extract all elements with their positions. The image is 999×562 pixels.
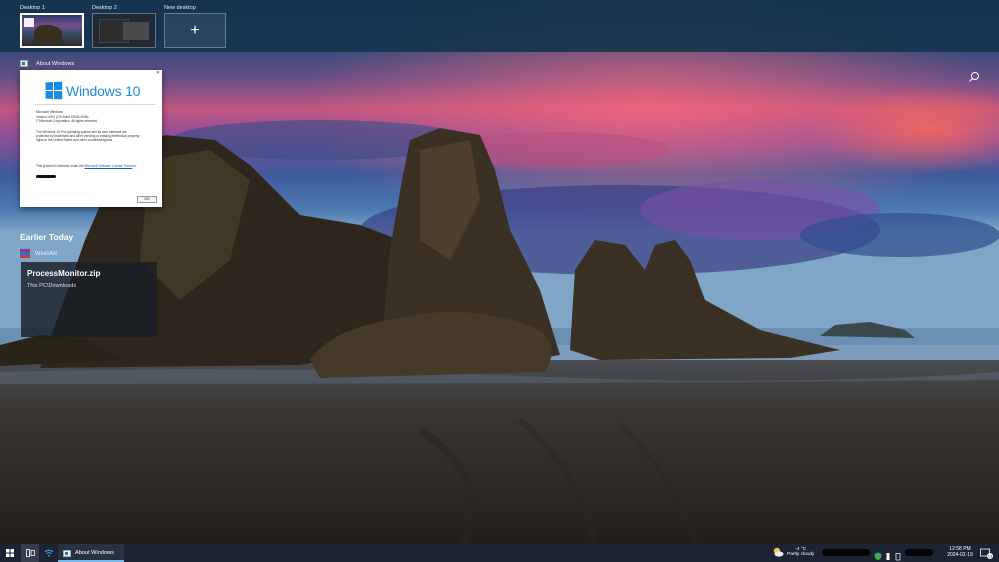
close-icon[interactable]: ✕ — [156, 70, 160, 76]
wifi-icon — [44, 549, 54, 557]
legal-paragraph: The Windows 10 Pro operating system and … — [36, 130, 140, 143]
license-suffix: to: — [132, 164, 137, 168]
partly-cloudy-icon — [773, 547, 784, 557]
ok-button[interactable]: OK — [137, 196, 157, 203]
battery-tray-icon[interactable] — [894, 548, 902, 561]
redacted-tray-area — [905, 549, 933, 556]
virtual-desktops-bar: Desktop 1 Desktop 2 New desktop + — [0, 0, 999, 52]
plus-icon: + — [190, 21, 200, 39]
windows-logo-icon — [45, 81, 63, 100]
taskbar-app-about-windows[interactable]: About Windows — [58, 544, 124, 562]
licensed-user — [36, 174, 140, 178]
security-tray-icon[interactable] — [874, 548, 882, 561]
license-prefix: This product is licensed under the — [36, 164, 85, 168]
activity-app-header: WinRAR — [20, 249, 57, 259]
activity-path: This PC\Downloads — [27, 283, 77, 289]
new-desktop-label: New desktop — [164, 5, 196, 11]
desktop-1[interactable]: Desktop 1 — [20, 4, 84, 48]
desktop-1-thumbnail[interactable] — [20, 13, 84, 48]
taskbar-app-label: About Windows — [75, 550, 114, 556]
task-view-button[interactable] — [21, 544, 39, 562]
logo-text: Windows 10 — [66, 82, 141, 99]
new-desktop-button[interactable]: + — [164, 13, 226, 48]
network-button[interactable] — [41, 544, 57, 562]
thumbnail-window — [24, 18, 34, 27]
thumbnail-wallpaper — [34, 25, 62, 43]
search-icon — [969, 72, 979, 82]
about-windows-app-icon — [63, 549, 71, 557]
usb-tray-icon[interactable] — [884, 548, 892, 560]
weather-text: -4 °C Partly cloudy — [787, 547, 814, 558]
window-header[interactable]: About Windows — [20, 59, 74, 68]
windows-start-icon — [6, 549, 14, 557]
activity-app-label: WinRAR — [35, 251, 58, 257]
window-title: About Windows — [36, 60, 75, 67]
thumbnail-window — [123, 22, 149, 40]
license-text: This product is licensed under the Micro… — [36, 164, 140, 168]
windows-10-logo: Windows 10 — [45, 81, 141, 100]
about-windows-window[interactable]: ✕ Windows 10 Microsoft Windows Version 2… — [20, 70, 162, 207]
copyright-line: © Microsoft Corporation. All rights rese… — [36, 119, 98, 123]
redacted-username — [36, 174, 56, 178]
winrar-icon — [20, 249, 30, 259]
divider — [34, 104, 156, 105]
search-button[interactable] — [968, 70, 980, 82]
activity-title: ProcessMonitor.zip — [27, 269, 101, 278]
desktop-2[interactable]: Desktop 2 — [92, 4, 156, 48]
start-button[interactable] — [0, 544, 20, 562]
timeline-heading: Earlier Today — [20, 232, 74, 242]
new-desktop[interactable]: New desktop + — [164, 4, 226, 48]
desktop-1-label: Desktop 1 — [20, 5, 45, 11]
task-view-icon — [25, 549, 35, 557]
weather-description: Partly cloudy — [787, 552, 815, 557]
weather-widget[interactable]: -4 °C Partly cloudy — [772, 546, 814, 558]
action-center-button[interactable]: 13 — [979, 546, 993, 560]
desktop-2-thumbnail[interactable] — [92, 13, 156, 48]
notification-icon: 13 — [980, 548, 993, 559]
redacted-tray-area — [822, 549, 870, 556]
about-windows-app-icon — [20, 60, 28, 67]
desktop-2-label: Desktop 2 — [92, 5, 117, 11]
notification-count: 13 — [988, 554, 993, 559]
activity-card[interactable]: ProcessMonitor.zip This PC\Downloads — [21, 262, 157, 337]
license-terms-link[interactable]: Microsoft Software License Terms — [85, 164, 133, 168]
taskbar-clock[interactable]: 12:58 PM 2024-02-19 — [940, 546, 980, 558]
clock-date: 2024-02-19 — [947, 552, 973, 558]
